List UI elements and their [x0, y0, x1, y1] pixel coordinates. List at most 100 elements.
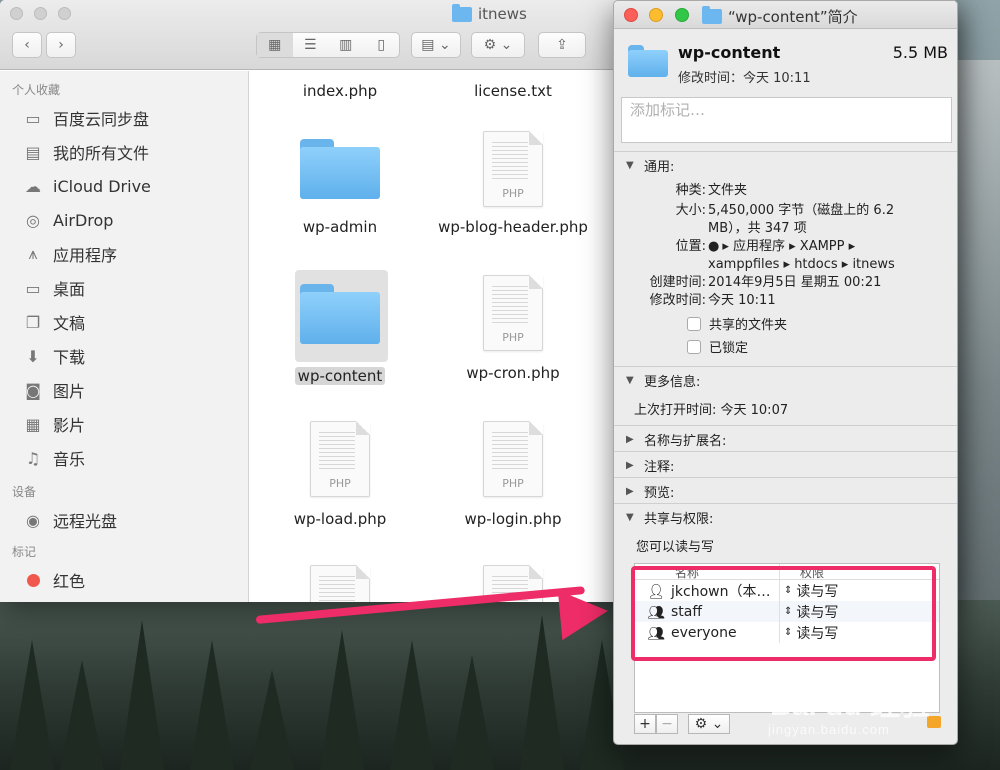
list-view-icon[interactable]: ☰: [293, 37, 329, 53]
baidu-watermark: Bai du 经验: [770, 689, 931, 722]
close-button[interactable]: [10, 7, 23, 20]
close-button[interactable]: [624, 8, 638, 22]
sidebar-item-all-files[interactable]: ▤ 我的所有文件: [0, 135, 248, 169]
zoom-button[interactable]: [58, 7, 71, 20]
folder-icon: [702, 6, 722, 24]
general-section-header[interactable]: ▼ 通用:: [614, 152, 957, 178]
privilege-select[interactable]: ⇕ 读与写: [780, 581, 838, 601]
zoom-button[interactable]: [675, 8, 689, 22]
folder-icon: [300, 284, 380, 344]
size-value-cont: MB），共 347 项: [708, 221, 807, 236]
tags-input[interactable]: [622, 98, 951, 122]
comments-header[interactable]: ▶ 注释:: [614, 452, 957, 478]
film-icon: ▦: [25, 414, 41, 434]
folder-icon: [300, 139, 380, 199]
sidebar-item-pictures[interactable]: ◙ 图片: [0, 373, 248, 407]
file-item[interactable]: PHP wp-login.php: [428, 421, 598, 530]
camera-icon: ◙: [25, 380, 41, 400]
privilege-select[interactable]: ⇕ 读与写: [780, 602, 838, 622]
sidebar-item-desktop[interactable]: ▭ 桌面: [0, 271, 248, 305]
permissions-action-button[interactable]: ⚙︎ ⌄: [688, 714, 730, 734]
desktop-icon: ▭: [25, 278, 41, 298]
section-title: 共享与权限:: [644, 511, 714, 527]
shared-folder-checkbox[interactable]: 共享的文件夹: [687, 314, 787, 333]
view-mode-control[interactable]: ▦ ☰ ▥ ▯: [256, 32, 400, 58]
action-button[interactable]: ⚙ ⌄: [471, 32, 525, 58]
locked-checkbox[interactable]: 已锁定: [687, 337, 748, 356]
disc-icon: ◉: [26, 510, 40, 530]
file-item[interactable]: license.txt: [428, 75, 598, 102]
sidebar-item-icloud[interactable]: ☁ iCloud Drive: [0, 169, 248, 203]
created-value: 2014年9月5日 星期五 00:21: [708, 275, 882, 290]
remove-user-button[interactable]: −: [656, 714, 678, 734]
icon-view-icon[interactable]: ▦: [257, 33, 293, 57]
info-title: “wp-content”简介: [702, 6, 858, 27]
col-name[interactable]: 名称: [635, 564, 780, 580]
where-label: 位置:: [675, 239, 706, 254]
baidu-watermark-url: jingyan.baidu.com: [768, 722, 890, 737]
add-user-button[interactable]: +: [634, 714, 656, 734]
name-extension-header[interactable]: ▶ 名称与扩展名:: [614, 426, 957, 452]
disclosure-down-icon: ▼: [626, 374, 634, 386]
sidebar-item-remote-disc[interactable]: ◉ 远程光盘: [0, 503, 248, 537]
sidebar-item-tag-red[interactable]: 红色: [0, 563, 248, 597]
single-user-icon: 👤︎: [647, 583, 665, 600]
minimize-button[interactable]: [34, 7, 47, 20]
sidebar-item-baidu-cloud[interactable]: ▭ 百度云同步盘: [0, 101, 248, 135]
group-icon: 👥︎: [647, 604, 665, 621]
disclosure-right-icon: ▶: [626, 485, 634, 497]
privilege-select[interactable]: ⇕ 读与写: [780, 623, 838, 643]
php-file-icon: PHP: [310, 421, 370, 497]
file-item-selected[interactable]: wp-content: [255, 284, 425, 387]
chevron-right-icon: ›: [58, 37, 64, 53]
sidebar-item-label: 图片: [53, 382, 86, 401]
sidebar-item-label: AirDrop: [53, 210, 114, 230]
forward-button[interactable]: ›: [46, 32, 76, 58]
preview-header[interactable]: ▶ 预览:: [614, 478, 957, 504]
file-item[interactable]: index.php: [255, 75, 425, 102]
share-button[interactable]: ⇪: [538, 32, 586, 58]
more-info-header[interactable]: ▼ 更多信息:: [614, 367, 957, 393]
table-row[interactable]: 👥︎ everyone ⇕ 读与写: [635, 622, 939, 643]
tags-field[interactable]: [621, 97, 952, 143]
file-item[interactable]: PHP wp-blog-header.php: [428, 131, 598, 238]
user-name: everyone: [671, 624, 737, 641]
sidebar-item-label: 应用程序: [53, 246, 118, 265]
sidebar-item-documents[interactable]: ❐ 文稿: [0, 305, 248, 339]
coverflow-view-icon[interactable]: ▯: [364, 37, 400, 53]
table-row[interactable]: 👤︎ jkchown（本… ⇕ 读与写: [635, 580, 939, 601]
file-label: wp-cron.php: [466, 364, 560, 382]
info-titlebar: “wp-content”简介: [614, 1, 957, 29]
checkbox-box[interactable]: [687, 316, 701, 331]
file-item[interactable]: PHP wp-cron.php: [428, 275, 598, 384]
chevron-left-icon: ‹: [24, 37, 30, 53]
created-label: 创建时间:: [649, 275, 706, 290]
back-button[interactable]: ‹: [12, 32, 42, 58]
table-row[interactable]: 👥︎ staff ⇕ 读与写: [635, 601, 939, 622]
checkbox-box[interactable]: [687, 339, 701, 354]
all-files-icon: ▤: [25, 142, 41, 162]
info-title-text: “wp-content”简介: [728, 8, 858, 26]
minimize-button[interactable]: [649, 8, 663, 22]
file-item[interactable]: wp-admin: [255, 139, 425, 238]
sidebar-item-label: 音乐: [53, 450, 86, 469]
get-info-window: “wp-content”简介 wp-content 5.5 MB 修改时间：今天…: [613, 0, 958, 745]
sidebar-item-music[interactable]: ♫ 音乐: [0, 441, 248, 475]
sidebar-item-label: 我的所有文件: [53, 144, 150, 163]
privilege-value: 读与写: [796, 604, 839, 621]
sidebar-item-airdrop[interactable]: ◎ AirDrop: [0, 203, 248, 237]
column-view-icon[interactable]: ▥: [328, 37, 364, 53]
arrange-button[interactable]: ▤ ⌄: [411, 32, 461, 58]
sidebar-item-applications[interactable]: ⩚ 应用程序: [0, 237, 248, 271]
permissions-header: 名称 权限: [635, 564, 939, 580]
finder-title: itnews: [452, 3, 527, 23]
sidebar-item-downloads[interactable]: ⬇ 下载: [0, 339, 248, 373]
file-item[interactable]: PHP wp-load.php: [255, 421, 425, 530]
php-file-icon: PHP: [483, 421, 543, 497]
more-info-section: ▼ 更多信息: 上次打开时间: 今天 10:07: [614, 366, 957, 424]
checkbox-label: 共享的文件夹: [709, 318, 788, 333]
sharing-header[interactable]: ▼ 共享与权限:: [614, 504, 957, 530]
sidebar-item-label: 红色: [53, 572, 86, 591]
col-privilege[interactable]: 权限: [780, 564, 824, 580]
sidebar-item-movies[interactable]: ▦ 影片: [0, 407, 248, 441]
